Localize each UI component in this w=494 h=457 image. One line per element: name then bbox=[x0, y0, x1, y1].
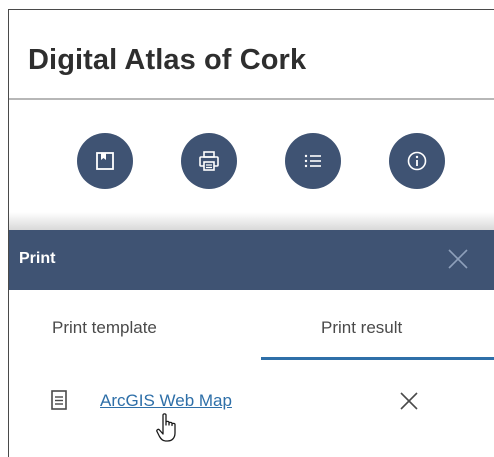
list-icon bbox=[302, 150, 324, 172]
print-result-link[interactable]: ArcGIS Web Map bbox=[100, 391, 232, 411]
bookmark-icon bbox=[94, 150, 116, 172]
tab-print-result[interactable]: Print result bbox=[321, 318, 402, 338]
bookmark-button[interactable] bbox=[77, 133, 133, 189]
widget-toolbar bbox=[9, 133, 494, 191]
list-item: ArcGIS Web Map bbox=[9, 385, 494, 425]
document-icon bbox=[51, 390, 67, 415]
tab-print-template[interactable]: Print template bbox=[52, 318, 157, 338]
print-button[interactable] bbox=[181, 133, 237, 189]
hand-pointer-icon bbox=[156, 413, 180, 448]
app-window: Digital Atlas of Cork Print Print templa… bbox=[8, 9, 494, 457]
about-button[interactable] bbox=[389, 133, 445, 189]
active-tab-indicator bbox=[261, 357, 494, 360]
close-icon[interactable] bbox=[446, 247, 470, 276]
layer-list-button[interactable] bbox=[285, 133, 341, 189]
print-panel-title: Print bbox=[19, 250, 56, 267]
remove-result-close-icon[interactable] bbox=[398, 390, 420, 417]
info-icon bbox=[406, 150, 428, 172]
toolbar-shadow bbox=[9, 212, 494, 230]
print-panel-header: Print bbox=[9, 230, 494, 290]
print-tabs: Print template Print result bbox=[9, 290, 494, 362]
header-divider bbox=[9, 98, 494, 100]
printer-icon bbox=[198, 150, 220, 172]
page-title: Digital Atlas of Cork bbox=[28, 44, 307, 76]
